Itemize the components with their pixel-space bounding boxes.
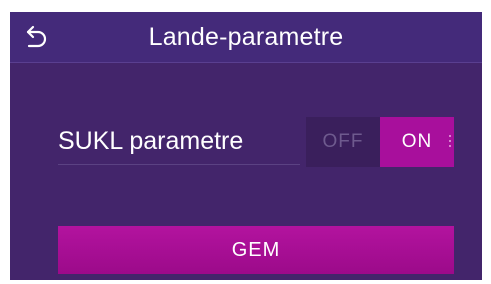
page-title: Lande-parametre — [148, 23, 344, 51]
save-button[interactable]: GEM — [58, 226, 454, 274]
back-arrow-icon — [26, 25, 47, 48]
header-bar: Lande-parametre — [10, 12, 482, 63]
toggle-off-option[interactable]: OFF — [306, 117, 380, 167]
settings-screen: Lande-parametre SUKL parametre OFF ON GE… — [10, 12, 482, 280]
toggle-on-label: ON — [401, 131, 433, 152]
sukl-parameter-label: SUKL parametre — [58, 127, 244, 155]
setting-divider — [58, 164, 300, 165]
toggle-on-option[interactable]: ON — [380, 117, 454, 167]
back-button[interactable] — [20, 20, 54, 54]
sukl-parameter-toggle[interactable]: OFF ON — [306, 117, 454, 167]
toggle-grip-icon — [449, 135, 451, 149]
